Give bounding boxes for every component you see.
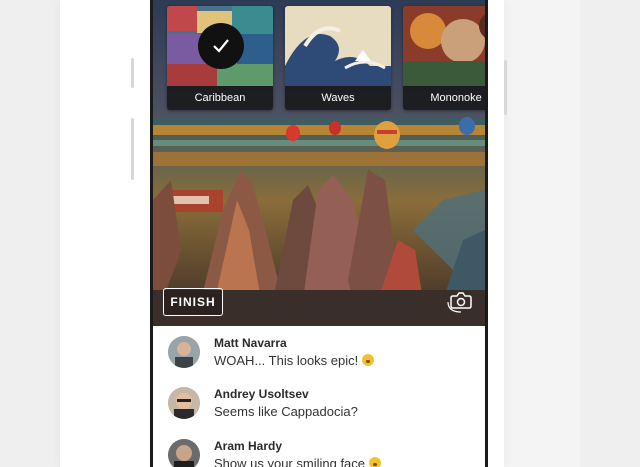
smiling-face-icon bbox=[369, 457, 382, 467]
phone-volume-button-up bbox=[131, 58, 134, 88]
comment-text: Seems like Cappadocia? bbox=[214, 404, 358, 419]
comment-item: Matt Navarra WOAH... This looks epic! bbox=[153, 326, 485, 376]
camera-switch-icon[interactable] bbox=[447, 288, 475, 314]
style-card-mononoke[interactable]: Mononoke bbox=[403, 6, 485, 110]
background-right bbox=[580, 0, 640, 467]
phone-volume-button-down bbox=[131, 118, 134, 180]
comment-author[interactable]: Matt Navarra bbox=[214, 336, 287, 350]
style-thumbnail-waves bbox=[285, 6, 391, 86]
phone-power-button bbox=[504, 60, 507, 115]
comment-item: Aram Hardy Show us your smiling face bbox=[153, 429, 485, 467]
comment-text: Show us your smiling face bbox=[214, 456, 382, 467]
avatar[interactable] bbox=[168, 387, 200, 419]
comments-list: Matt Navarra WOAH... This looks epic! An… bbox=[153, 326, 485, 467]
comment-text: WOAH... This looks epic! bbox=[214, 353, 375, 368]
style-card-caribbean[interactable]: Caribbean bbox=[167, 6, 273, 110]
phone-screen: Caribbean Waves Mononoke FINISH Matt Nav… bbox=[150, 0, 488, 467]
background-left bbox=[0, 0, 60, 467]
style-label-waves: Waves bbox=[285, 86, 391, 110]
comment-author[interactable]: Andrey Usoltsev bbox=[214, 387, 309, 401]
astonished-face-icon bbox=[362, 354, 375, 366]
style-label-mononoke: Mononoke bbox=[403, 86, 485, 110]
finish-button[interactable]: FINISH bbox=[163, 288, 223, 316]
comment-item: Andrey Usoltsev Seems like Cappadocia? bbox=[153, 377, 485, 427]
selected-check-icon bbox=[198, 23, 244, 69]
comment-text-content: WOAH... This looks epic! bbox=[214, 353, 359, 368]
comment-author[interactable]: Aram Hardy bbox=[214, 439, 282, 453]
avatar[interactable] bbox=[168, 336, 200, 368]
style-thumbnail-mononoke bbox=[403, 6, 485, 86]
comment-text-content: Show us your smiling face bbox=[214, 456, 366, 467]
avatar[interactable] bbox=[168, 439, 200, 467]
style-card-waves[interactable]: Waves bbox=[285, 6, 391, 110]
style-label-caribbean: Caribbean bbox=[167, 86, 273, 110]
